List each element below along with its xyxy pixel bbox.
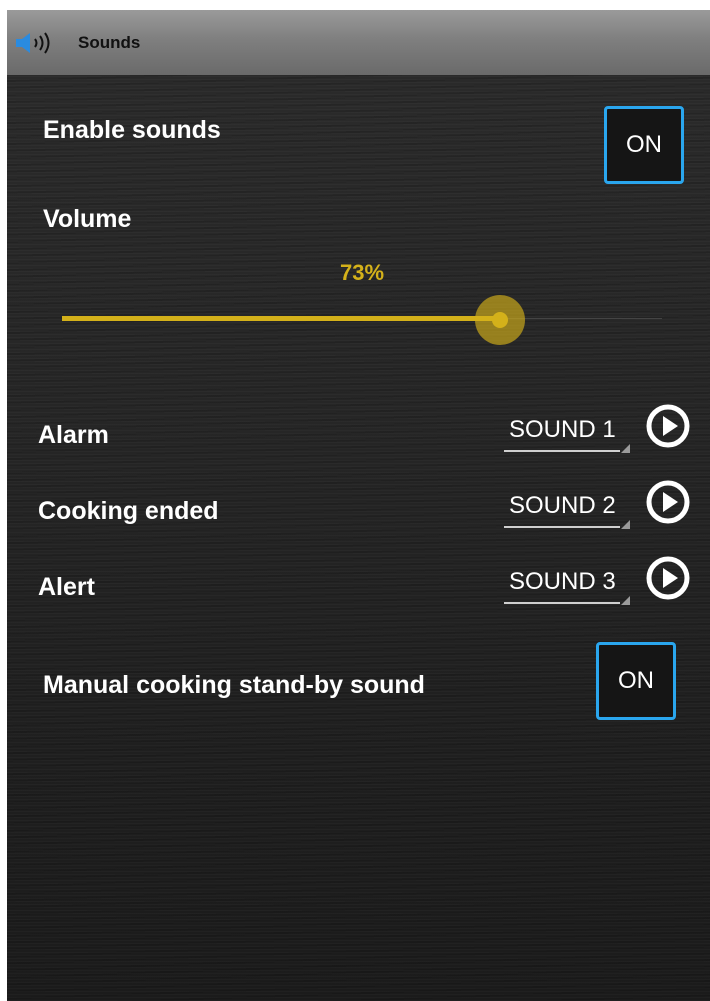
- standby-sound-label: Manual cooking stand-by sound: [43, 671, 425, 699]
- volume-label: Volume: [43, 205, 132, 233]
- slider-fill: [62, 316, 500, 321]
- cooking-ended-sound-select[interactable]: SOUND 2: [504, 488, 634, 532]
- alert-sound-select[interactable]: SOUND 3: [504, 564, 634, 608]
- speaker-icon: [16, 32, 50, 54]
- alert-sound-value: SOUND 3: [509, 568, 616, 595]
- play-circle-icon[interactable]: [645, 403, 691, 449]
- alarm-sound-value: SOUND 1: [509, 416, 616, 443]
- volume-slider[interactable]: [62, 295, 662, 345]
- alarm-label: Alarm: [38, 421, 109, 449]
- enable-sounds-label: Enable sounds: [43, 116, 221, 144]
- play-circle-icon[interactable]: [645, 479, 691, 525]
- standby-sound-toggle[interactable]: ON: [596, 642, 676, 720]
- slider-thumb[interactable]: [475, 295, 525, 345]
- page-title: Sounds: [78, 33, 141, 52]
- enable-sounds-toggle[interactable]: ON: [604, 106, 684, 184]
- select-underline: [504, 450, 620, 452]
- alarm-sound-select[interactable]: SOUND 1: [504, 412, 634, 456]
- alert-label: Alert: [38, 573, 95, 601]
- dropdown-corner-icon: [621, 444, 630, 453]
- volume-percent: 73%: [339, 260, 385, 285]
- dropdown-corner-icon: [621, 520, 630, 529]
- dropdown-corner-icon: [621, 596, 630, 605]
- select-underline: [504, 526, 620, 528]
- play-circle-icon[interactable]: [645, 555, 691, 601]
- select-underline: [504, 602, 620, 604]
- cooking-ended-label: Cooking ended: [38, 497, 219, 525]
- title-bar: Sounds: [7, 10, 710, 75]
- slider-thumb-core: [492, 312, 508, 328]
- sounds-settings-screen: Sounds Enable sounds ON Volume 73% Alarm…: [7, 10, 710, 1001]
- cooking-ended-sound-value: SOUND 2: [509, 492, 616, 519]
